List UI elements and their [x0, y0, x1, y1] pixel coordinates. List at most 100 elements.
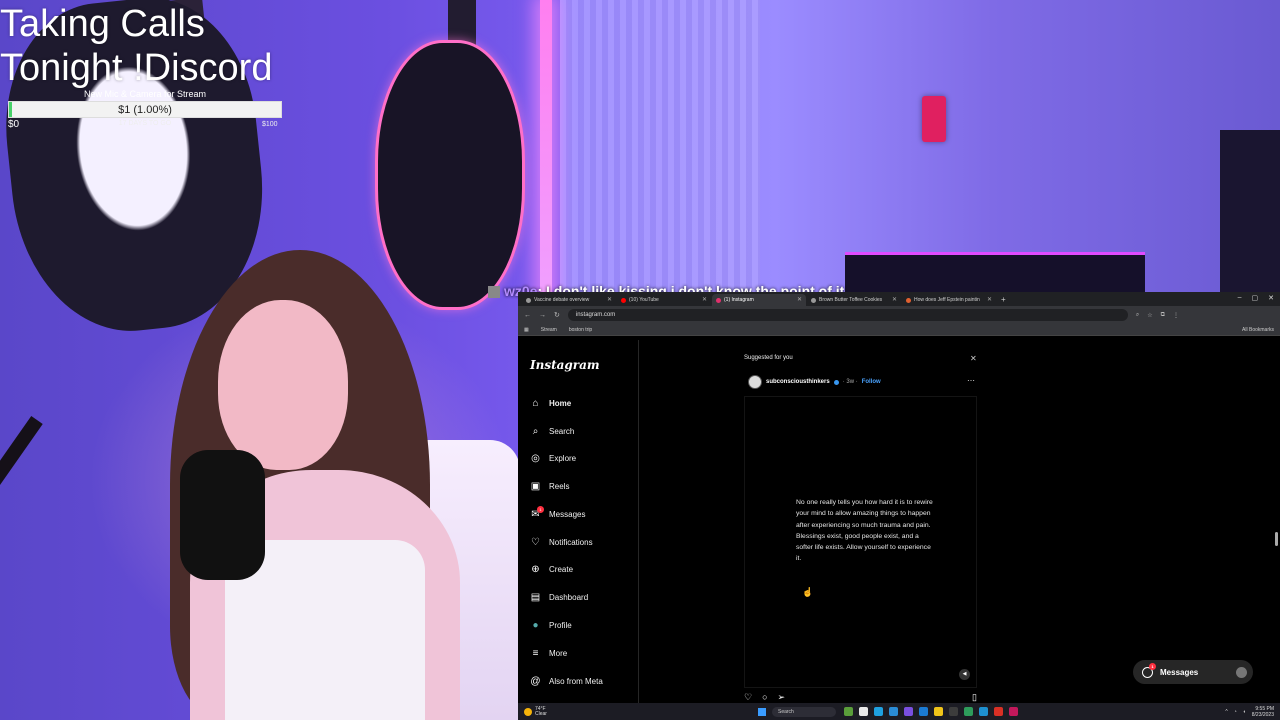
browser-tab[interactable]: Vaccine debate overview ✕ — [522, 294, 616, 306]
nav-messages[interactable]: ✉ 1 Messages — [530, 505, 585, 521]
nav-dashboard[interactable]: ▤ Dashboard — [530, 590, 588, 604]
taskbar-app-icon[interactable] — [1009, 707, 1018, 716]
nav-label: Reels — [549, 481, 570, 491]
nav-profile[interactable]: ● Profile — [530, 618, 571, 632]
nav-also-from-meta[interactable]: @ Also from Meta — [530, 674, 602, 688]
taskbar-clock[interactable]: 9:55 PM 8/23/2023 — [1252, 706, 1274, 718]
background-monitor — [845, 252, 1145, 297]
taskbar-app-icon[interactable] — [994, 707, 1003, 716]
tab-title: (10) YouTube — [629, 297, 659, 303]
nav-search[interactable]: ⌕ Search — [530, 424, 575, 438]
taskbar-search[interactable]: Search — [772, 706, 836, 717]
chevron-up-icon[interactable]: ^ — [1225, 709, 1227, 715]
share-icon[interactable]: ➢ — [778, 692, 786, 703]
volume-icon[interactable]: ◖ — [1243, 709, 1246, 715]
post-media[interactable]: No one really tells you how hard it is t… — [744, 396, 977, 688]
bookmark-folder[interactable]: boston trip — [569, 324, 592, 335]
post-avatar[interactable] — [748, 375, 762, 389]
scrollbar[interactable] — [1275, 532, 1278, 546]
follow-button[interactable]: Follow — [862, 379, 881, 385]
nav-label: Notifications — [549, 537, 593, 547]
close-tab-icon[interactable]: ✕ — [892, 294, 897, 306]
instagram-logo[interactable]: Instagram — [530, 358, 600, 372]
background-door — [560, 0, 760, 300]
window-controls: – ▢ ✕ — [1238, 294, 1274, 302]
nav-more[interactable]: ≡ More — [530, 646, 568, 660]
browser-tab[interactable]: How does Jeff Epstein paintin ✕ — [902, 294, 996, 306]
reload-icon[interactable]: ↻ — [554, 311, 560, 319]
taskbar-app-icon[interactable] — [889, 707, 898, 716]
hamburger-icon: ≡ — [532, 647, 539, 659]
minimize-button[interactable]: – — [1238, 294, 1242, 302]
taskbar-app-icon[interactable] — [859, 707, 868, 716]
weather-desc: Clear — [535, 710, 547, 717]
chat-avatar — [488, 286, 500, 299]
taskbar-app-icon[interactable] — [934, 707, 943, 716]
menu-icon[interactable]: ⋮ — [1173, 312, 1179, 319]
verified-badge-icon — [833, 379, 839, 385]
post-quote-text: No one really tells you how hard it is t… — [796, 499, 933, 563]
post-username[interactable]: subconsciousthinkers — [766, 379, 830, 385]
guitar-black — [375, 40, 525, 310]
like-heart-icon[interactable]: ♡ — [744, 692, 752, 703]
extensions-icon[interactable]: ⧉ — [1161, 312, 1165, 319]
plus-square-icon: ⊕ — [531, 563, 540, 575]
network-icon[interactable]: ◔ — [1234, 709, 1237, 715]
zoom-icon[interactable]: ⌕ — [1136, 312, 1139, 319]
more-options-icon[interactable]: ⋯ — [967, 376, 975, 385]
browser-tab-active[interactable]: (1) Instagram ✕ — [712, 294, 806, 306]
youtube-favicon-icon — [621, 297, 626, 303]
tab-title: (1) Instagram — [724, 297, 754, 303]
close-tab-icon[interactable]: ✕ — [702, 294, 707, 306]
comment-icon[interactable]: ○ — [762, 692, 767, 703]
browser-tab[interactable]: Brown Butter Toffee Cookies ✕ — [807, 294, 901, 306]
browser-tab[interactable]: (10) YouTube ✕ — [617, 294, 711, 306]
instagram-sidebar: Instagram ⌂ Home ⌕ Search ◎ Explore ▣ Reels … — [518, 340, 639, 720]
nav-reels[interactable]: ▣ Reels — [530, 479, 570, 493]
all-bookmarks-button[interactable]: All Bookmarks — [1242, 324, 1274, 336]
save-bookmark-icon[interactable]: ▯ — [972, 692, 977, 703]
weather-text: 74°F Clear — [535, 706, 547, 717]
taskbar-app-icon[interactable] — [874, 707, 883, 716]
nav-explore[interactable]: ◎ Explore — [530, 451, 576, 465]
nav-home[interactable]: ⌂ Home — [530, 396, 571, 410]
goal-amount: $1 (1.00%) — [118, 104, 172, 116]
taskbar-app-icon[interactable] — [844, 707, 853, 716]
nav-label: Dashboard — [549, 592, 589, 602]
audio-icon[interactable]: ◀ — [959, 669, 970, 680]
close-tab-icon[interactable]: ✕ — [607, 294, 612, 306]
messages-pill-button[interactable]: 1 Messages — [1133, 660, 1253, 684]
close-tab-icon[interactable]: ✕ — [987, 294, 992, 306]
taskbar-app-icon[interactable] — [979, 707, 988, 716]
goal-progress-bar: $1 (1.00%) — [8, 101, 282, 118]
tab-strip: Vaccine debate overview ✕ (10) YouTube ✕ (… — [518, 292, 1280, 306]
apps-icon[interactable]: ▦ — [524, 324, 529, 335]
dashboard-icon: ▤ — [530, 591, 541, 603]
forward-icon[interactable]: → — [539, 312, 546, 319]
heart-icon: ♡ — [531, 536, 540, 548]
close-icon[interactable]: ✕ — [970, 354, 977, 363]
weather-widget[interactable]: 74°F Clear — [518, 706, 758, 717]
messenger-icon: 1 — [1142, 662, 1156, 678]
maximize-button[interactable]: ▢ — [1252, 294, 1259, 302]
home-icon: ⌂ — [532, 397, 539, 409]
new-tab-button[interactable]: + — [997, 294, 1010, 306]
taskbar-app-icon[interactable] — [919, 707, 928, 716]
windows-start-icon[interactable] — [758, 707, 766, 716]
messages-badge: 1 — [537, 505, 544, 513]
close-window-button[interactable]: ✕ — [1268, 294, 1274, 302]
background-speaker — [1220, 130, 1280, 300]
taskbar-app-icon[interactable] — [964, 707, 973, 716]
avatar-icon: ● — [532, 619, 539, 631]
address-bar: ← → ↻ instagram.com ⌕ ☆ ⧉ ⋮ — [518, 306, 1280, 324]
bookmark-star-icon[interactable]: ☆ — [1147, 312, 1152, 319]
taskbar-app-icon[interactable] — [949, 707, 958, 716]
nav-notifications[interactable]: ♡ Notifications — [530, 535, 593, 549]
taskbar-app-icon[interactable] — [904, 707, 913, 716]
url-input[interactable]: instagram.com — [567, 309, 1128, 321]
close-tab-icon[interactable]: ✕ — [797, 294, 802, 306]
nav-create[interactable]: ⊕ Create — [530, 562, 573, 576]
back-icon[interactable]: ← — [524, 312, 531, 319]
bookmark-folder[interactable]: Stream — [541, 324, 557, 335]
tab-title: Vaccine debate overview — [534, 297, 590, 303]
